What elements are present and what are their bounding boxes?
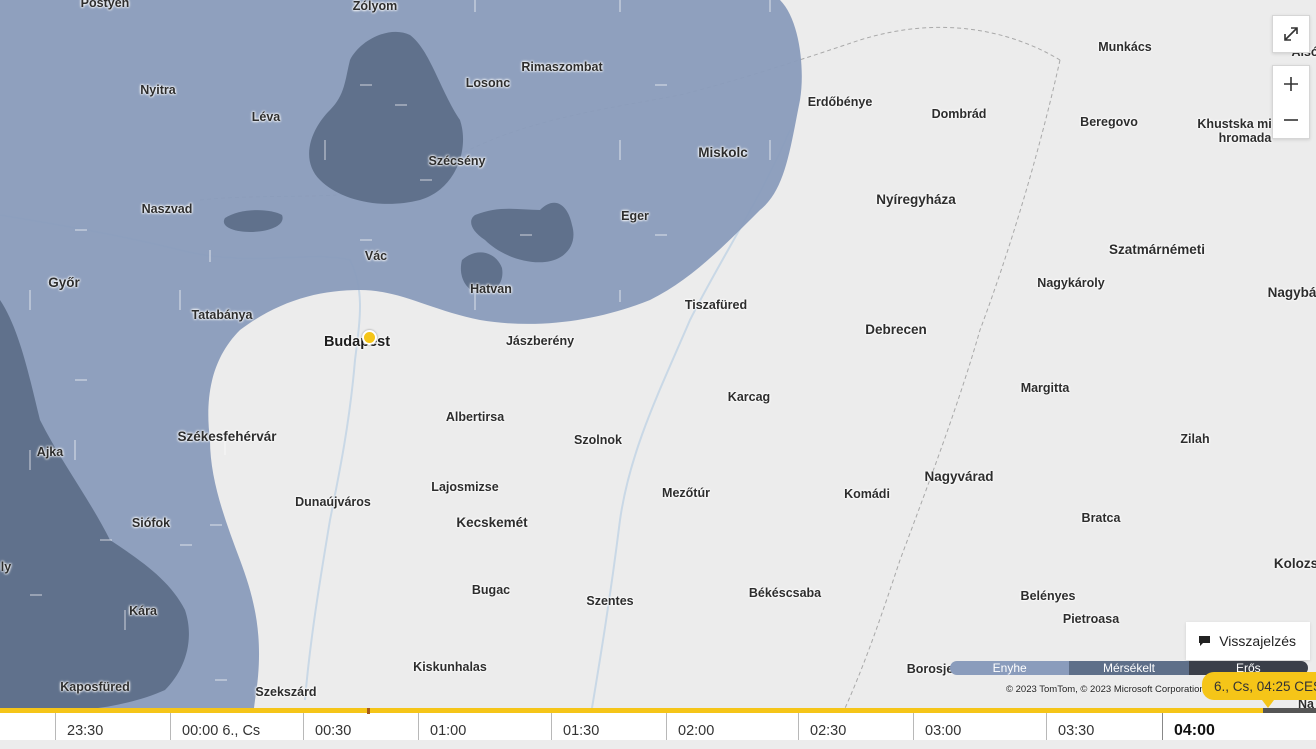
timeline-tick[interactable]: 01:30 xyxy=(551,713,599,740)
timeline-tick[interactable]: 02:00 xyxy=(666,713,714,740)
timeline-remaining xyxy=(1263,708,1316,713)
map-base xyxy=(0,0,1316,740)
timeline-marker xyxy=(367,708,370,714)
timeline-tick[interactable]: 04:00 xyxy=(1162,713,1215,740)
timeline-tick[interactable]: 03:00 xyxy=(913,713,961,740)
timeline-scrubber[interactable]: 23:30 00:00 6., Cs 00:30 01:00 01:30 02:00 02:… xyxy=(0,708,1316,740)
feedback-icon xyxy=(1199,636,1211,646)
feedback-button[interactable]: Visszajelzés xyxy=(1186,622,1310,660)
timeline-tick[interactable]: 02:30 xyxy=(798,713,846,740)
minus-icon[interactable] xyxy=(1273,102,1309,138)
plus-icon[interactable] xyxy=(1273,66,1309,102)
zoom-control xyxy=(1272,65,1310,139)
timeline-tick[interactable]: 00:30 xyxy=(303,713,351,740)
time-badge-pointer xyxy=(1262,700,1274,708)
weather-map[interactable]: PostyénZólyomMunkácsAlsóRimaszombatLoson… xyxy=(0,0,1316,740)
current-time-badge: 6., Cs, 04:25 CEST xyxy=(1202,672,1316,700)
timeline-tick[interactable]: 00:00 6., Cs xyxy=(170,713,260,740)
timeline-tick[interactable]: 01:00 xyxy=(418,713,466,740)
current-location-marker xyxy=(362,330,377,345)
legend-item-moderate: Mérsékelt xyxy=(1069,661,1189,675)
fullscreen-control[interactable] xyxy=(1272,15,1310,53)
expand-icon[interactable] xyxy=(1273,16,1309,52)
feedback-label: Visszajelzés xyxy=(1219,633,1296,649)
timeline-tick[interactable]: 03:30 xyxy=(1046,713,1094,740)
legend-item-light: Enyhe xyxy=(950,661,1070,675)
copyright-text: © 2023 TomTom, © 2023 Microsoft Corporat… xyxy=(1006,684,1205,695)
timeline-tick[interactable]: 23:30 xyxy=(55,713,103,740)
